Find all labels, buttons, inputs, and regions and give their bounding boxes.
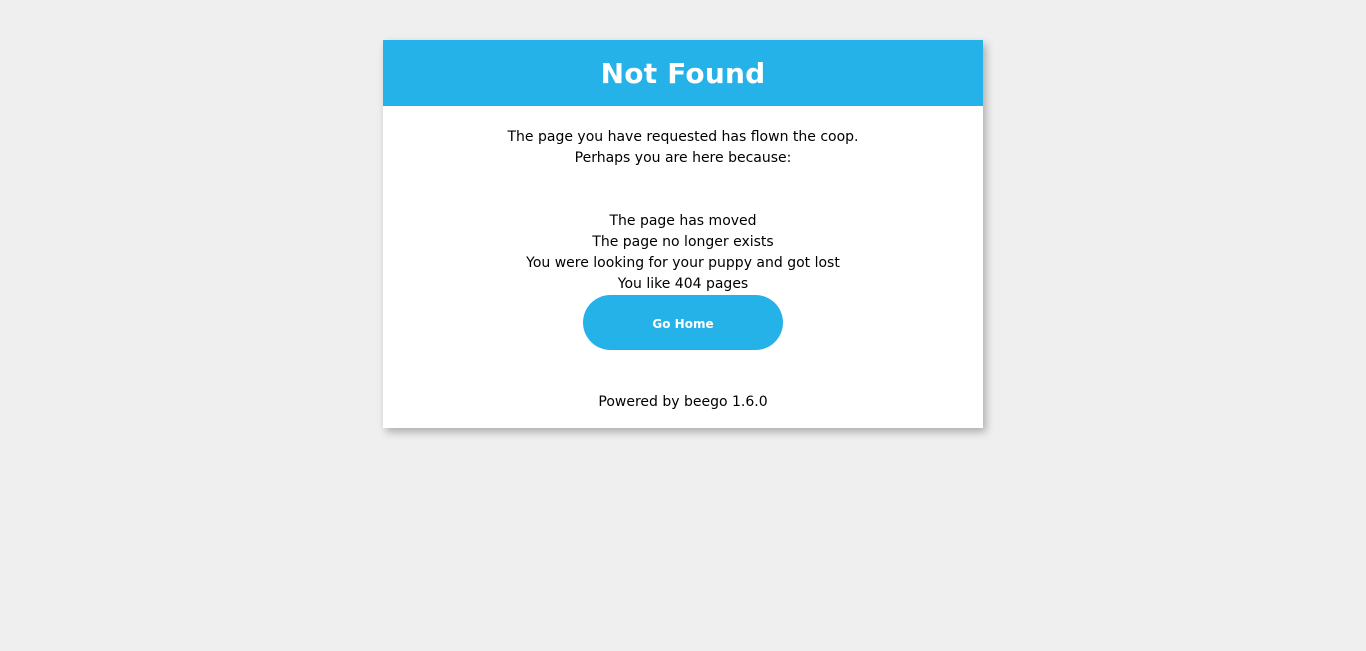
- powered-by-footer: Powered by beego 1.6.0: [598, 394, 768, 410]
- intro-text: The page you have requested has flown th…: [383, 127, 983, 169]
- reasons-list: The page has moved The page no longer ex…: [383, 211, 983, 295]
- reason-item: You like 404 pages: [617, 276, 749, 292]
- error-card: Not Found The page you have requested ha…: [383, 40, 983, 428]
- reason-item: You were looking for your puppy and got …: [526, 255, 840, 271]
- intro-line-2: Perhaps you are here because:: [574, 150, 792, 166]
- intro-line-1: The page you have requested has flown th…: [507, 129, 859, 145]
- reason-item: The page no longer exists: [592, 234, 774, 250]
- page-title: Not Found: [600, 56, 766, 90]
- card-header: Not Found: [383, 40, 983, 106]
- card-content: The page you have requested has flown th…: [383, 106, 983, 428]
- go-home-button[interactable]: Go Home: [583, 295, 783, 350]
- reason-item: The page has moved: [609, 213, 757, 229]
